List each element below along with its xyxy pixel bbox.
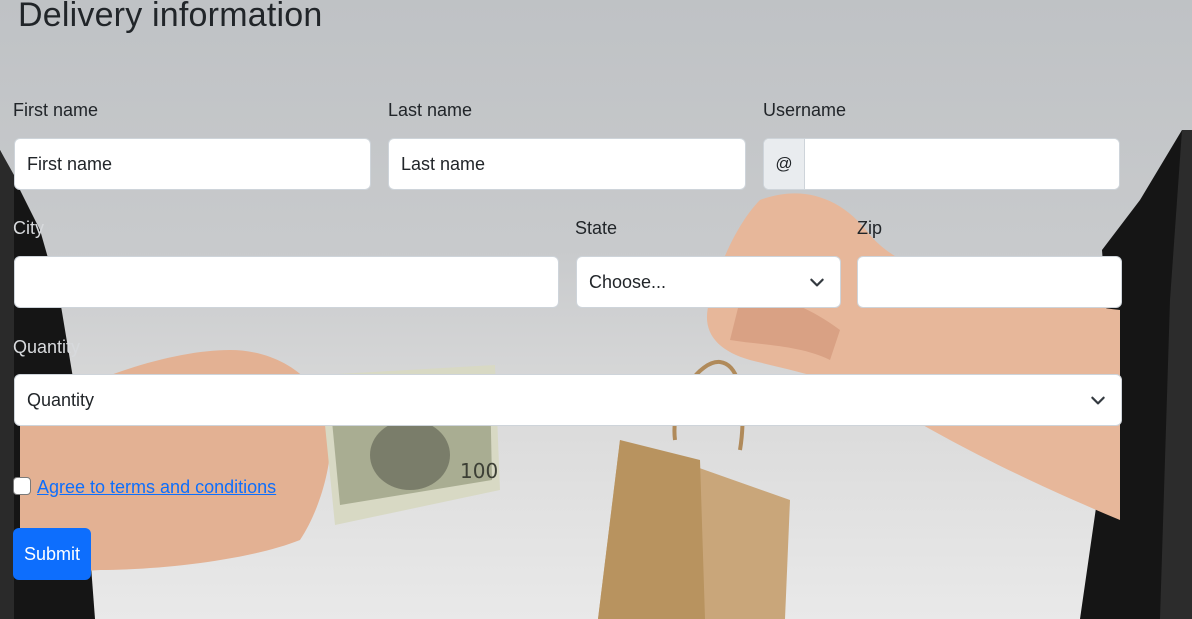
chevron-down-icon xyxy=(810,278,824,287)
zip-label: Zip xyxy=(857,218,883,238)
terms-link[interactable]: Agree to terms and conditions xyxy=(37,477,276,498)
first-name-input[interactable] xyxy=(14,138,371,190)
last-name-input[interactable] xyxy=(388,138,746,190)
state-label: State xyxy=(575,218,618,238)
state-selected-value: Choose... xyxy=(589,271,667,292)
delivery-form: Delivery information First name Last nam… xyxy=(0,0,1192,619)
page-title: Delivery information xyxy=(18,0,323,34)
city-label: City xyxy=(13,218,44,238)
last-name-label: Last name xyxy=(388,100,473,120)
terms-checkbox[interactable] xyxy=(13,477,31,495)
state-select[interactable]: Choose... xyxy=(576,256,841,308)
quantity-select[interactable]: Quantity xyxy=(14,374,1122,426)
username-prefix: @ xyxy=(764,139,805,189)
quantity-selected-value: Quantity xyxy=(27,389,95,410)
city-input[interactable] xyxy=(14,256,559,308)
username-input-group: @ xyxy=(763,138,1120,190)
submit-button[interactable]: Submit xyxy=(13,528,91,580)
quantity-label: Quantity xyxy=(13,337,81,357)
username-input[interactable] xyxy=(805,139,1119,189)
first-name-label: First name xyxy=(13,100,99,120)
chevron-down-icon xyxy=(1091,396,1105,405)
zip-input[interactable] xyxy=(857,256,1122,308)
username-label: Username xyxy=(763,100,847,120)
